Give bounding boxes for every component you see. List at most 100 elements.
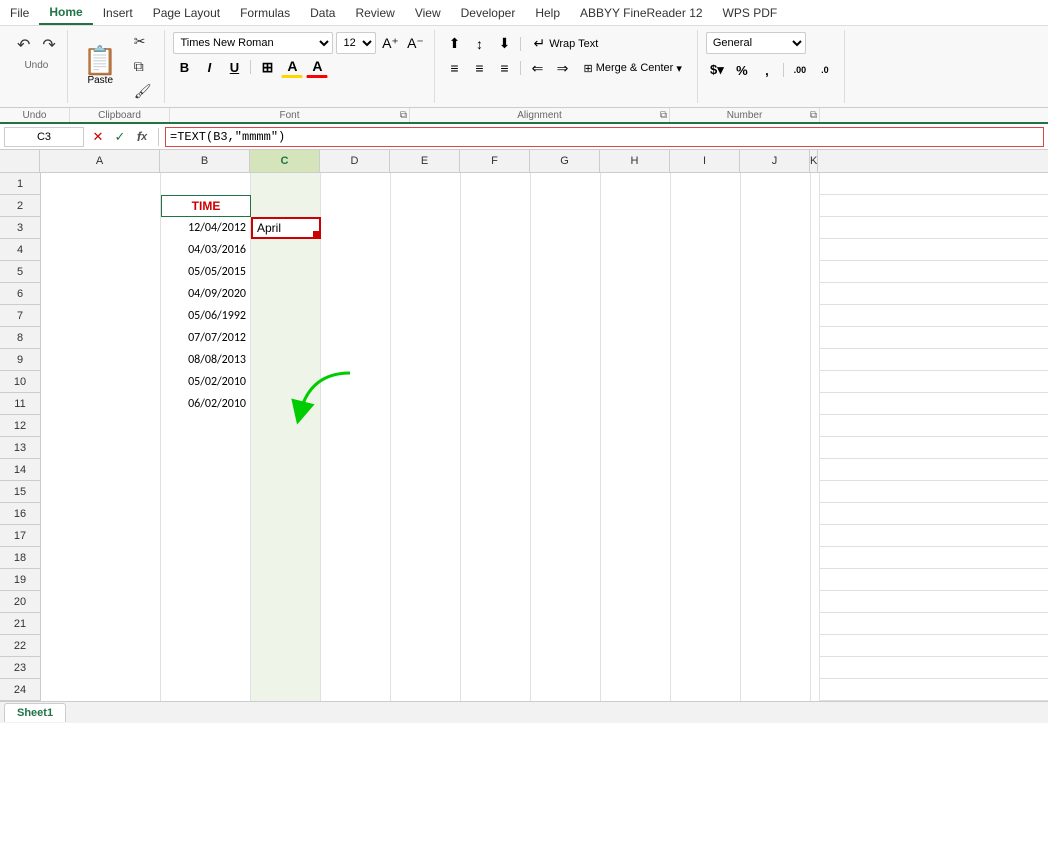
cell-d2[interactable] bbox=[321, 195, 391, 217]
cell-b5[interactable]: 05/05/2015 bbox=[161, 261, 251, 283]
cell-k17[interactable] bbox=[811, 525, 820, 547]
cell-j8[interactable] bbox=[741, 327, 811, 349]
cell-e4[interactable] bbox=[391, 239, 461, 261]
cell-f1[interactable] bbox=[461, 173, 531, 195]
cell-b6[interactable]: 04/09/2020 bbox=[161, 283, 251, 305]
cell-a2[interactable] bbox=[41, 195, 161, 217]
cell-a12[interactable] bbox=[41, 415, 161, 437]
cell-i1[interactable] bbox=[671, 173, 741, 195]
cell-i5[interactable] bbox=[671, 261, 741, 283]
cell-d3[interactable] bbox=[321, 217, 391, 239]
percent-button[interactable]: % bbox=[731, 59, 753, 81]
cell-c11[interactable] bbox=[251, 393, 321, 415]
cell-i21[interactable] bbox=[671, 613, 741, 635]
cell-a17[interactable] bbox=[41, 525, 161, 547]
cell-e14[interactable] bbox=[391, 459, 461, 481]
cell-j23[interactable] bbox=[741, 657, 811, 679]
cell-c7[interactable] bbox=[251, 305, 321, 327]
sheet-tab-1[interactable]: Sheet1 bbox=[4, 703, 66, 722]
menu-item-view[interactable]: View bbox=[405, 2, 451, 24]
cell-b23[interactable] bbox=[161, 657, 251, 679]
cell-c16[interactable] bbox=[251, 503, 321, 525]
cell-i18[interactable] bbox=[671, 547, 741, 569]
cell-j21[interactable] bbox=[741, 613, 811, 635]
cell-a18[interactable] bbox=[41, 547, 161, 569]
cell-j16[interactable] bbox=[741, 503, 811, 525]
cell-d8[interactable] bbox=[321, 327, 391, 349]
cell-h17[interactable] bbox=[601, 525, 671, 547]
cell-f21[interactable] bbox=[461, 613, 531, 635]
cell-k15[interactable] bbox=[811, 481, 820, 503]
row-header-11[interactable]: 11 bbox=[0, 393, 40, 415]
menu-item-insert[interactable]: Insert bbox=[93, 2, 143, 24]
font-name-select[interactable]: Times New Roman bbox=[173, 32, 333, 54]
row-header-17[interactable]: 17 bbox=[0, 525, 40, 547]
col-header-A[interactable]: A bbox=[40, 150, 160, 172]
cell-b15[interactable] bbox=[161, 481, 251, 503]
row-header-18[interactable]: 18 bbox=[0, 547, 40, 569]
row-header-10[interactable]: 10 bbox=[0, 371, 40, 393]
grow-font-button[interactable]: A⁺ bbox=[379, 32, 401, 54]
cell-d12[interactable] bbox=[321, 415, 391, 437]
cell-k11[interactable] bbox=[811, 393, 820, 415]
cell-c21[interactable] bbox=[251, 613, 321, 635]
cell-e23[interactable] bbox=[391, 657, 461, 679]
row-header-8[interactable]: 8 bbox=[0, 327, 40, 349]
cell-e11[interactable] bbox=[391, 393, 461, 415]
cell-d16[interactable] bbox=[321, 503, 391, 525]
cell-h7[interactable] bbox=[601, 305, 671, 327]
cell-f2[interactable] bbox=[461, 195, 531, 217]
cell-g5[interactable] bbox=[531, 261, 601, 283]
cell-j9[interactable] bbox=[741, 349, 811, 371]
row-header-2[interactable]: 2 bbox=[0, 195, 40, 217]
cell-k3[interactable] bbox=[811, 217, 820, 239]
cell-c8[interactable] bbox=[251, 327, 321, 349]
cell-j17[interactable] bbox=[741, 525, 811, 547]
cell-j6[interactable] bbox=[741, 283, 811, 305]
font-size-select[interactable]: 12 bbox=[336, 32, 376, 54]
cell-c6[interactable] bbox=[251, 283, 321, 305]
cell-e10[interactable] bbox=[391, 371, 461, 393]
cell-a24[interactable] bbox=[41, 679, 161, 701]
menu-item-formulas[interactable]: Formulas bbox=[230, 2, 300, 24]
cell-g4[interactable] bbox=[531, 239, 601, 261]
cell-j4[interactable] bbox=[741, 239, 811, 261]
align-right-button[interactable]: ≡ bbox=[493, 57, 515, 79]
cell-j18[interactable] bbox=[741, 547, 811, 569]
row-header-6[interactable]: 6 bbox=[0, 283, 40, 305]
cell-f14[interactable] bbox=[461, 459, 531, 481]
cell-reference-box[interactable] bbox=[4, 127, 84, 147]
cell-a19[interactable] bbox=[41, 569, 161, 591]
cell-d6[interactable] bbox=[321, 283, 391, 305]
cell-b18[interactable] bbox=[161, 547, 251, 569]
cell-d10[interactable] bbox=[321, 371, 391, 393]
row-header-4[interactable]: 4 bbox=[0, 239, 40, 261]
cell-j7[interactable] bbox=[741, 305, 811, 327]
col-header-C[interactable]: C bbox=[250, 150, 320, 172]
cell-i23[interactable] bbox=[671, 657, 741, 679]
font-color-button[interactable]: A bbox=[306, 56, 328, 78]
cell-i24[interactable] bbox=[671, 679, 741, 701]
cell-b17[interactable] bbox=[161, 525, 251, 547]
cell-a1[interactable] bbox=[41, 173, 161, 195]
cell-e7[interactable] bbox=[391, 305, 461, 327]
menu-item-developer[interactable]: Developer bbox=[451, 2, 526, 24]
row-header-21[interactable]: 21 bbox=[0, 613, 40, 635]
cell-f15[interactable] bbox=[461, 481, 531, 503]
bold-button[interactable]: B bbox=[173, 56, 195, 78]
cell-k22[interactable] bbox=[811, 635, 820, 657]
cell-c13[interactable] bbox=[251, 437, 321, 459]
cell-e13[interactable] bbox=[391, 437, 461, 459]
col-header-B[interactable]: B bbox=[160, 150, 250, 172]
cell-g10[interactable] bbox=[531, 371, 601, 393]
cell-h6[interactable] bbox=[601, 283, 671, 305]
indent-increase-button[interactable]: ⇒ bbox=[551, 57, 573, 79]
row-header-19[interactable]: 19 bbox=[0, 569, 40, 591]
cell-g14[interactable] bbox=[531, 459, 601, 481]
cell-g7[interactable] bbox=[531, 305, 601, 327]
row-header-16[interactable]: 16 bbox=[0, 503, 40, 525]
cell-b9[interactable]: 08/08/2013 bbox=[161, 349, 251, 371]
cell-a11[interactable] bbox=[41, 393, 161, 415]
cell-i9[interactable] bbox=[671, 349, 741, 371]
cell-i2[interactable] bbox=[671, 195, 741, 217]
